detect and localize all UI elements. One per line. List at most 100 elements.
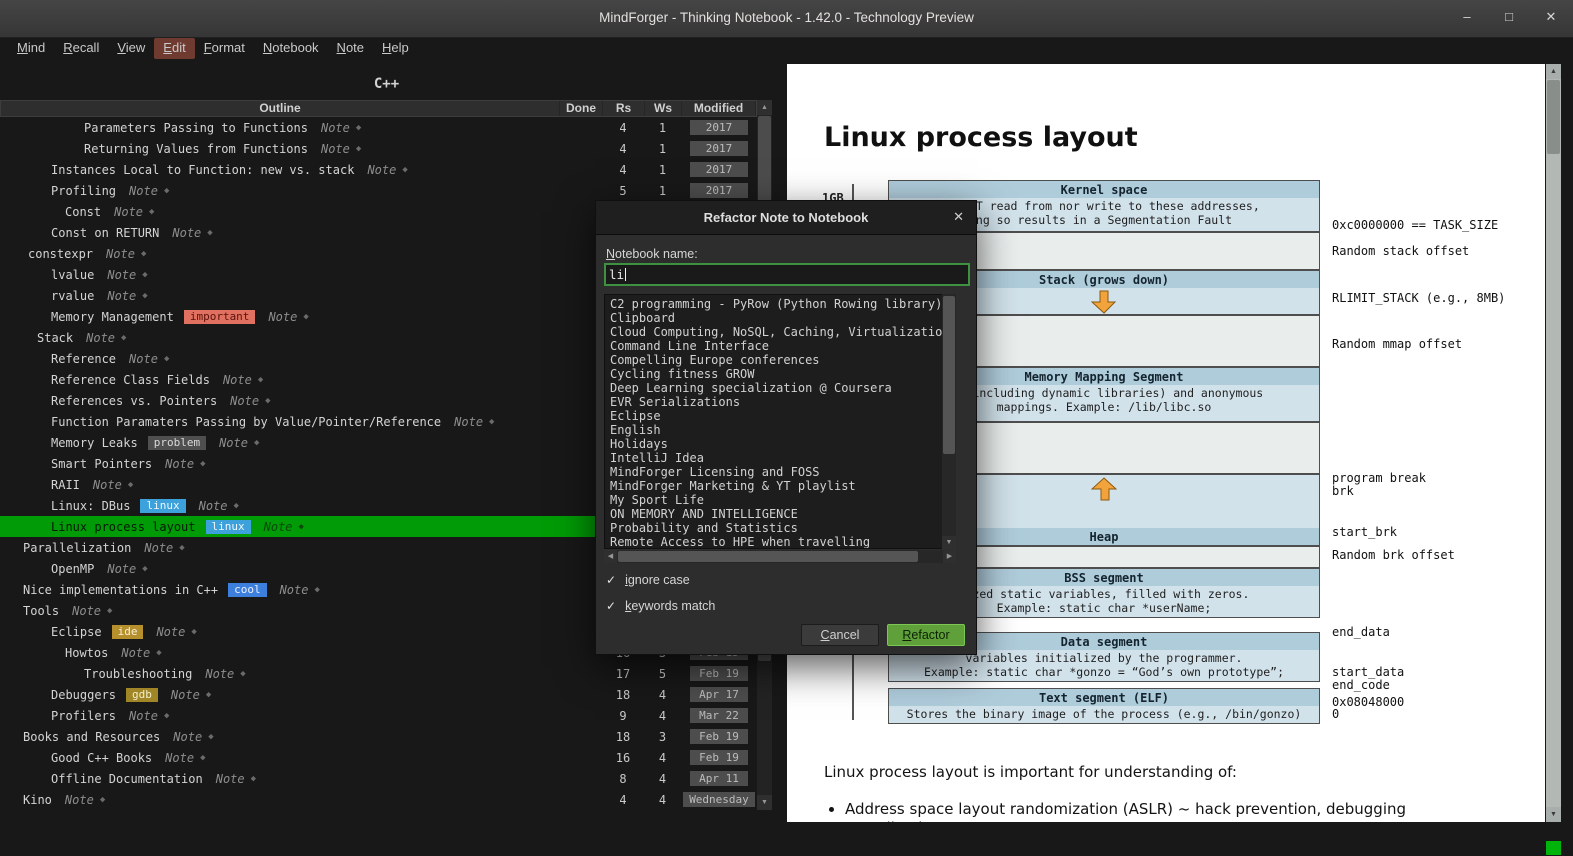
note-title: Memory Management bbox=[51, 310, 174, 324]
scroll-down-icon[interactable]: ▼ bbox=[942, 536, 956, 549]
dialog-list[interactable]: C2 programming - PyRow (Python Rowing li… bbox=[604, 294, 956, 549]
outline-row[interactable]: Good C++ BooksNote◆164Feb 19 bbox=[0, 747, 757, 768]
scrollbar-thumb[interactable] bbox=[618, 551, 918, 562]
document-scrollbar[interactable]: ▲ ▼ bbox=[1546, 64, 1561, 822]
notebook-option[interactable]: English bbox=[610, 423, 955, 437]
outline-row[interactable]: TroubleshootingNote◆175Feb 19 bbox=[0, 663, 757, 684]
outline-row[interactable]: DebuggersgdbNote◆184Apr 17 bbox=[0, 684, 757, 705]
note-type-label: Note bbox=[230, 394, 259, 408]
cancel-button[interactable]: Cancel bbox=[801, 624, 879, 646]
notebook-option[interactable]: IntelliJ Idea bbox=[610, 451, 955, 465]
diamond-icon: ◆ bbox=[234, 501, 239, 511]
notebook-option[interactable]: Probability and Statistics bbox=[610, 521, 955, 535]
notebook-option[interactable]: My Sport Life bbox=[610, 493, 955, 507]
dialog-titlebar[interactable]: Refactor Note to Notebook ✕ bbox=[596, 201, 976, 235]
scroll-left-icon[interactable]: ◀ bbox=[604, 550, 617, 563]
modified-cell: Wednesday bbox=[681, 792, 757, 807]
notebook-option[interactable]: ON MEMORY AND INTELLIGENCE bbox=[610, 507, 955, 521]
column-header-modified[interactable]: Modified bbox=[682, 101, 756, 116]
ignore-case-checkbox[interactable]: ✓ignore case bbox=[606, 573, 690, 587]
outline-cell: TroubleshootingNote◆ bbox=[0, 667, 559, 681]
notebook-option[interactable]: C2 programming - PyRow (Python Rowing li… bbox=[610, 297, 955, 311]
notebook-option[interactable]: Cycling fitness GROW bbox=[610, 367, 955, 381]
menu-notebook[interactable]: Notebook bbox=[254, 38, 328, 59]
column-header-rs[interactable]: Rs bbox=[603, 101, 645, 116]
scrollbar-thumb[interactable] bbox=[1547, 80, 1560, 154]
dialog-close-icon[interactable]: ✕ bbox=[953, 209, 964, 225]
column-header-ws[interactable]: Ws bbox=[645, 101, 682, 116]
note-type-label: Note bbox=[216, 772, 245, 786]
notebook-option[interactable]: Eclipse bbox=[610, 409, 955, 423]
diagram-side-label: 0x08048000 bbox=[1332, 695, 1404, 709]
modified-cell: Feb 19 bbox=[681, 729, 757, 744]
close-button[interactable]: ✕ bbox=[1543, 9, 1559, 25]
note-title: Memory Leaks bbox=[51, 436, 138, 450]
menu-view[interactable]: View bbox=[108, 38, 154, 59]
note-type-label: Note bbox=[165, 457, 194, 471]
outline-row[interactable]: KinoNote◆44Wednesday bbox=[0, 789, 757, 810]
menu-edit[interactable]: Edit bbox=[154, 38, 194, 59]
menu-mind[interactable]: Mind bbox=[8, 38, 54, 59]
column-header-outline[interactable]: Outline bbox=[1, 101, 560, 116]
checkmark-icon: ✓ bbox=[606, 573, 616, 587]
menu-format[interactable]: Format bbox=[195, 38, 254, 59]
outline-row[interactable]: Parameters Passing to FunctionsNote◆4120… bbox=[0, 117, 757, 138]
diagram-side-label: Random mmap offset bbox=[1332, 337, 1462, 351]
notebook-option[interactable]: Holidays bbox=[610, 437, 955, 451]
writes-count: 1 bbox=[644, 142, 681, 156]
outline-row[interactable]: ProfilingNote◆512017 bbox=[0, 180, 757, 201]
column-header-done[interactable]: Done bbox=[560, 101, 603, 116]
refactor-button[interactable]: Refactor bbox=[887, 624, 965, 646]
note-title: constexpr bbox=[28, 247, 93, 261]
scroll-up-icon[interactable]: ▲ bbox=[757, 100, 772, 115]
modified-badge: 2017 bbox=[690, 141, 748, 156]
outline-row[interactable]: ProfilersNote◆94Mar 22 bbox=[0, 705, 757, 726]
notebook-option[interactable]: MindForger Licensing and FOSS bbox=[610, 465, 955, 479]
scroll-down-icon[interactable]: ▼ bbox=[757, 795, 772, 810]
diagram-box-body: Stores the binary image of the process (… bbox=[889, 706, 1319, 722]
notebook-option[interactable]: Cloud Computing, NoSQL, Caching, Virtual… bbox=[610, 325, 955, 339]
notebook-option[interactable]: MindForger Marketing & YT playlist bbox=[610, 479, 955, 493]
notebook-option[interactable]: EVR Serializations bbox=[610, 395, 955, 409]
notebook-option[interactable]: Clipboard bbox=[610, 311, 955, 325]
menu-help[interactable]: Help bbox=[373, 38, 418, 59]
maximize-button[interactable]: □ bbox=[1501, 9, 1517, 25]
note-title: Function Paramaters Passing by Value/Poi… bbox=[51, 415, 441, 429]
scrollbar-thumb[interactable] bbox=[943, 296, 955, 454]
input-value: li bbox=[609, 267, 624, 282]
outline-row[interactable]: Returning Values from FunctionsNote◆4120… bbox=[0, 138, 757, 159]
note-type-label: Note bbox=[107, 289, 136, 303]
outline-cell: Memory ManagementimportantNote◆ bbox=[0, 310, 559, 324]
outline-row[interactable]: Books and ResourcesNote◆183Feb 19 bbox=[0, 726, 757, 747]
diamond-icon: ◆ bbox=[303, 312, 308, 322]
diamond-icon: ◆ bbox=[156, 648, 161, 658]
scroll-right-icon[interactable]: ▶ bbox=[943, 550, 956, 563]
scroll-up-icon[interactable]: ▲ bbox=[1546, 64, 1561, 79]
outline-row[interactable]: Instances Local to Function: new vs. sta… bbox=[0, 159, 757, 180]
diamond-icon: ◆ bbox=[356, 123, 361, 133]
menu-note[interactable]: Note bbox=[328, 38, 373, 59]
outline-row[interactable]: Offline DocumentationNote◆84Apr 11 bbox=[0, 768, 757, 789]
notebook-option[interactable]: Compelling Europe conferences bbox=[610, 353, 955, 367]
reads-count: 4 bbox=[602, 121, 644, 135]
refactor-dialog: Refactor Note to Notebook ✕ Notebook nam… bbox=[595, 200, 977, 655]
dialog-list-hscrollbar[interactable]: ◀ ▶ bbox=[604, 550, 956, 563]
notebook-option[interactable]: Remote Access to HPE when travelling bbox=[610, 535, 955, 549]
notebook-option[interactable]: Command Line Interface bbox=[610, 339, 955, 353]
note-title: References vs. Pointers bbox=[51, 394, 217, 408]
diamond-icon: ◆ bbox=[314, 585, 319, 595]
notebook-name-input[interactable]: li bbox=[604, 263, 970, 286]
note-title: Howtos bbox=[65, 646, 108, 660]
window-titlebar[interactable]: MindForger - Thinking Notebook - 1.42.0 … bbox=[0, 0, 1573, 38]
note-title: Offline Documentation bbox=[51, 772, 203, 786]
minimize-button[interactable]: – bbox=[1459, 9, 1475, 25]
reads-count: 5 bbox=[602, 184, 644, 198]
dialog-list-vscrollbar[interactable]: ▼ bbox=[942, 294, 956, 549]
reads-count: 4 bbox=[602, 793, 644, 807]
diamond-icon: ◆ bbox=[164, 711, 169, 721]
menu-recall[interactable]: Recall bbox=[54, 38, 108, 59]
keywords-match-checkbox[interactable]: ✓keywords match bbox=[606, 599, 715, 613]
outline-cell: ParallelizationNote◆ bbox=[0, 541, 559, 555]
scroll-down-icon[interactable]: ▼ bbox=[1546, 807, 1561, 822]
notebook-option[interactable]: Deep Learning specialization @ Coursera bbox=[610, 381, 955, 395]
